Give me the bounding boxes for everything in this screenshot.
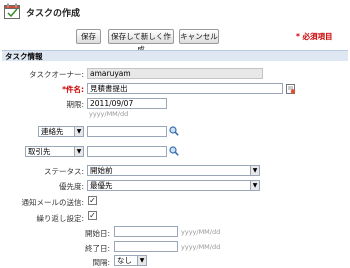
page-title: タスクの作成	[26, 9, 81, 19]
chevron-down-icon: ▼	[74, 147, 83, 156]
save-and-new-button[interactable]: 保存して新しく作成	[108, 29, 174, 54]
subject-input[interactable]: 見積書提出	[87, 83, 283, 94]
notify-email-checkbox[interactable]: ✓	[88, 196, 97, 205]
priority-value: 最優先	[90, 181, 113, 190]
related-type-select[interactable]: 取引先 ▼	[25, 146, 84, 157]
due-date-label: 期限:	[66, 100, 84, 109]
due-date-input[interactable]: 2011/09/07	[87, 98, 167, 109]
related-type-value: 取引先	[28, 147, 51, 156]
search-icon[interactable]	[169, 126, 179, 136]
chevron-down-icon: ▼	[250, 166, 259, 175]
repeat-checkbox[interactable]: ✓	[88, 211, 97, 220]
interval-value: なし	[117, 256, 132, 265]
subject-lookup-icon[interactable]	[286, 84, 296, 94]
section-title: タスク情報	[5, 52, 43, 61]
notify-email-label: 通知メールの送信:	[21, 198, 84, 207]
related-input[interactable]	[87, 146, 167, 157]
required-fields-note: * 必須項目	[296, 32, 333, 41]
status-label: ステータス:	[43, 167, 84, 176]
start-date-label: 開始日:	[84, 229, 110, 238]
task-app-icon	[4, 3, 20, 19]
due-date-format-hint: yyyy/MM/dd	[89, 110, 129, 118]
repeat-label: 繰り返し設定:	[36, 214, 84, 223]
end-date-format-hint: yyyy/MM/dd	[181, 243, 221, 251]
end-date-label: 終了日:	[84, 244, 110, 253]
chevron-down-icon: ▼	[250, 181, 259, 190]
contact-type-value: 連絡先	[41, 127, 64, 136]
subject-label: *件名:	[62, 85, 84, 94]
end-date-input[interactable]	[114, 241, 178, 252]
start-date-input[interactable]	[114, 226, 178, 237]
status-select[interactable]: 開始前 ▼	[87, 165, 260, 176]
section-header	[2, 50, 348, 61]
contact-input[interactable]	[87, 126, 167, 137]
page-header: タスクの作成	[0, 0, 350, 24]
priority-label: 優先度:	[58, 182, 84, 191]
start-date-format-hint: yyyy/MM/dd	[181, 228, 221, 236]
interval-label: 間隔:	[92, 258, 110, 267]
chevron-down-icon: ▼	[137, 256, 146, 265]
chevron-down-icon: ▼	[74, 127, 83, 136]
contact-type-select[interactable]: 連絡先 ▼	[38, 126, 84, 137]
search-icon[interactable]	[169, 146, 179, 156]
interval-select[interactable]: なし ▼	[114, 255, 147, 266]
priority-select[interactable]: 最優先 ▼	[87, 180, 260, 191]
owner-field: amaruyam	[87, 68, 263, 79]
owner-label: タスクオーナー:	[28, 70, 84, 79]
status-value: 開始前	[90, 166, 113, 175]
cancel-button[interactable]: キャンセル	[179, 29, 219, 44]
save-button[interactable]: 保存	[76, 29, 101, 44]
